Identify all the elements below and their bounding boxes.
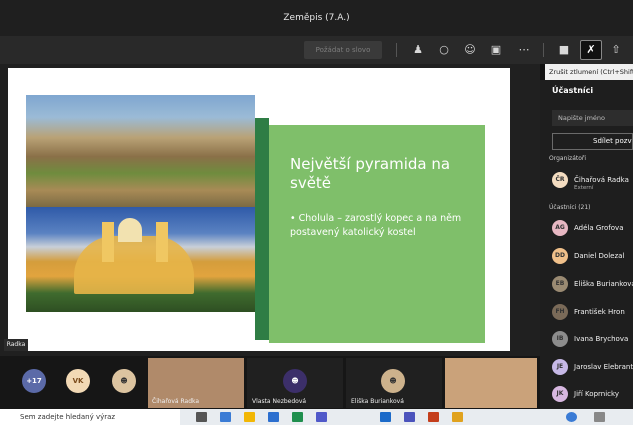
participant-row[interactable]: FH František Hron: [552, 304, 633, 322]
edge-icon[interactable]: [220, 412, 231, 422]
slide-accent-strip: [255, 118, 269, 340]
slide-bullet: • Cholula – zarostlý kopec a na něm post…: [290, 213, 462, 238]
system-tray-icon[interactable]: [594, 412, 605, 422]
participant-name: Jaroslav Elebrant: [574, 363, 633, 371]
church-tower: [102, 222, 114, 262]
meeting-title: Zeměpis (7.A.): [283, 13, 350, 23]
meeting-toolbar: Požádat o slovo ♟ ○ ☺ ▣ ⋯ ■ ✗ ⇧: [0, 36, 633, 64]
app-icon[interactable]: [404, 412, 415, 422]
help-icon[interactable]: [566, 412, 577, 422]
participant-name: Daniel Dolezal: [574, 252, 625, 260]
unmute-tooltip: Zrušit ztlumení (Ctrl+Shift+M): [545, 64, 633, 80]
organizer-name: Čihařová Radka: [574, 176, 629, 184]
app-icon[interactable]: [292, 412, 303, 422]
store-icon[interactable]: [268, 412, 279, 422]
avatar: ČR: [552, 172, 568, 188]
avatar: AG: [552, 220, 568, 236]
presenter-label: Radka: [4, 339, 28, 351]
pyramid-photo: [26, 95, 255, 207]
powerpoint-icon[interactable]: [428, 412, 439, 422]
toolbar-divider: [396, 43, 397, 57]
participant-row[interactable]: IB Ivana Brychova: [552, 331, 633, 349]
raise-hand-button[interactable]: Požádat o slovo: [304, 41, 382, 59]
share-invite-button[interactable]: Sdílet pozvánku: [552, 133, 633, 150]
taskbar-search-input[interactable]: Sem zadejte hledaný výraz: [0, 409, 180, 425]
church-dome: [118, 218, 142, 242]
video-tile-name: Čihařová Radka: [152, 398, 200, 405]
participant-name: Eliška Burianková: [574, 280, 633, 288]
video-tile[interactable]: [445, 358, 537, 408]
avatar[interactable]: VK: [66, 369, 90, 393]
avatar: FH: [552, 304, 568, 320]
avatar: ☻: [381, 369, 405, 393]
app-icon[interactable]: [452, 412, 463, 422]
organizers-section-label: Organizátoři: [549, 155, 587, 162]
avatar: ☻: [283, 369, 307, 393]
task-view-icon[interactable]: [196, 412, 207, 422]
organizer-role: Externí: [574, 185, 594, 191]
reactions-icon[interactable]: ☺: [462, 42, 478, 58]
video-tile-name: Vlasta Nezbedová: [252, 398, 307, 405]
toolbar-divider: [543, 43, 544, 57]
participant-name: Adéla Grofova: [574, 224, 624, 232]
participant-row[interactable]: AG Adéla Grofova: [552, 220, 633, 238]
participant-row[interactable]: DD Daniel Dolezal: [552, 248, 633, 266]
explorer-icon[interactable]: [244, 412, 255, 422]
slide-title: Největší pyramida na světě: [290, 155, 451, 192]
avatar: JE: [552, 359, 568, 375]
avatar: JK: [552, 386, 568, 402]
share-icon[interactable]: ⇧: [608, 42, 624, 58]
participant-name: Ivana Brychova: [574, 335, 629, 343]
title-bar: Zeměpis (7.A.): [0, 0, 633, 36]
church-tower: [156, 222, 168, 262]
participant-row[interactable]: JE Jaroslav Elebrant: [552, 359, 633, 377]
organizer-row[interactable]: ČR Čihařová Radka Externí: [552, 172, 633, 191]
video-tile-name: Eliška Burianková: [351, 398, 404, 405]
people-icon[interactable]: ♟: [410, 42, 426, 58]
participants-section-label[interactable]: Účastníci (21): [549, 204, 591, 211]
rooms-icon[interactable]: ▣: [488, 42, 504, 58]
camera-icon[interactable]: ■: [556, 42, 572, 58]
avatar[interactable]: ☻: [112, 369, 136, 393]
church-building: [74, 236, 194, 294]
avatar: DD: [552, 248, 568, 264]
avatar: IB: [552, 331, 568, 347]
participant-row[interactable]: JK Jiří Koprnicky: [552, 386, 633, 404]
participant-search-input[interactable]: Napište jméno: [552, 110, 633, 126]
more-participants-badge[interactable]: +17: [22, 369, 46, 393]
share-invite-label: Sdílet pozvánku: [593, 137, 632, 145]
participant-row[interactable]: EB Eliška Burianková: [552, 276, 633, 294]
word-icon[interactable]: [380, 412, 391, 422]
chat-icon[interactable]: ○: [436, 42, 452, 58]
participant-name: Jiří Koprnicky: [574, 390, 619, 398]
mic-off-icon[interactable]: ✗: [580, 40, 602, 60]
avatar: EB: [552, 276, 568, 292]
teams-icon[interactable]: [316, 412, 327, 422]
participant-name: František Hron: [574, 308, 625, 316]
panel-title: Účastníci: [552, 86, 594, 95]
more-icon[interactable]: ⋯: [516, 42, 532, 58]
